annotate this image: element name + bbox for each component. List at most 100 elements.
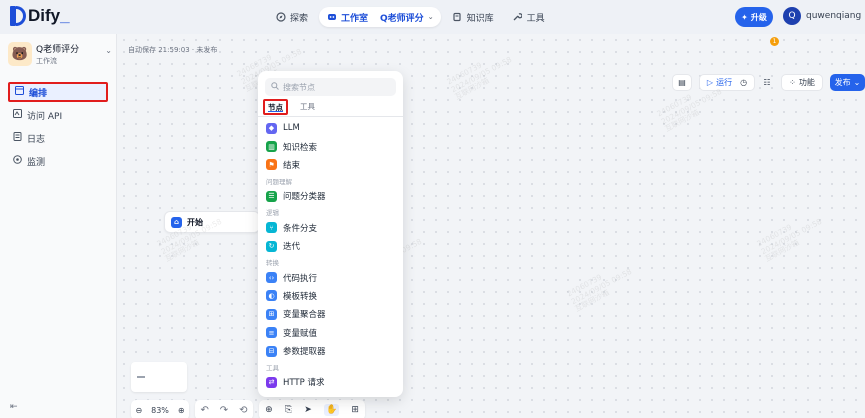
redo-icon[interactable]: ↷ xyxy=(220,405,228,416)
app-switcher[interactable]: 🐻 Q老师评分 工作流 ⌄ xyxy=(8,42,112,66)
checklist-button[interactable]: ▤ xyxy=(672,74,692,91)
start-node-label: 开始 xyxy=(187,217,203,227)
block-item-label: 变量赋值 xyxy=(283,328,318,339)
nav-knowledge-label: 知识库 xyxy=(466,13,494,24)
features-label: 功能 xyxy=(798,78,815,87)
block-item-variable-aggregator[interactable]: ⊞ 变量聚合器 xyxy=(266,305,396,323)
history-icon[interactable]: ⟲ xyxy=(239,405,247,416)
search-icon xyxy=(271,82,279,92)
search-field[interactable]: 搜索节点 xyxy=(265,78,396,96)
sidebar-item-monitor[interactable]: 监测 xyxy=(8,152,108,170)
block-item-iteration[interactable]: ↻ 迭代 xyxy=(266,237,396,255)
block-list: ◆ LLM ▥ 知识检索 ⚑ 结束 问题理解 ☰ 问题分类器 逻辑 ⑂ 条件分支… xyxy=(266,119,396,392)
undo-icon[interactable]: ↶ xyxy=(200,405,208,416)
block-item-label: 参数提取器 xyxy=(283,347,326,358)
block-item-label: 结束 xyxy=(283,160,301,171)
checklist-icon: ▤ xyxy=(678,78,686,87)
sidebar-item-label: 编排 xyxy=(29,88,48,99)
top-bar: Dify_ 探索 工作室 Q老师评分 ⌄ 知识库 工具 ✦ 升级 Q quwen… xyxy=(0,0,865,34)
nav-tools[interactable]: 工具 xyxy=(505,7,552,27)
chevron-down-icon: ⌄ xyxy=(105,46,112,55)
sidebar-item-label: 访问 API xyxy=(27,111,63,122)
block-item-if-else[interactable]: ⑂ 条件分支 xyxy=(266,219,396,237)
zoom-out-icon[interactable]: ⊖ xyxy=(135,406,142,415)
features-button[interactable]: ⁘ 功能 xyxy=(781,74,823,91)
upgrade-button[interactable]: ✦ 升级 xyxy=(735,7,773,27)
nav-knowledge[interactable]: 知识库 xyxy=(445,7,501,27)
nav-explore[interactable]: 探索 xyxy=(268,7,315,27)
block-item-knowledge-retrieval[interactable]: ▥ 知识检索 xyxy=(266,137,396,155)
history-controls: ↶ ↷ ⟲ xyxy=(195,400,253,418)
variable-aggregator-icon: ⊞ xyxy=(266,308,277,320)
block-item-http-request[interactable]: ⇄ HTTP 请求 xyxy=(266,373,396,391)
compass-icon xyxy=(275,12,286,23)
group-title: 问题理解 xyxy=(266,177,292,186)
hand-icon[interactable]: ✋ xyxy=(323,404,340,416)
http-icon: ⇄ xyxy=(266,376,277,388)
home-icon: ⌂ xyxy=(171,216,182,228)
publish-button[interactable]: 发布 ⌄ xyxy=(830,74,865,91)
pointer-icon[interactable]: ➤ xyxy=(304,405,312,415)
play-icon: ▷ xyxy=(706,78,714,87)
sparkle-icon: ✦ xyxy=(741,12,748,22)
list-check-icon: ☷ xyxy=(763,78,771,87)
wrench-icon xyxy=(512,12,523,23)
run-button[interactable]: ▷ 运行 ◷ xyxy=(699,74,755,91)
workflow-canvas[interactable]: 自动保存 21:59:03 · 未发布 ⌂ 开始 ⊖ 83% ⊕ ↶ ↷ ⟲ ⊕… xyxy=(118,34,865,418)
sidebar-item-api[interactable]: 访问 API xyxy=(8,106,108,124)
sidebar-item-label: 监测 xyxy=(27,157,46,168)
nav-studio-app-label[interactable]: Q老师评分 xyxy=(380,11,424,24)
layout-icon xyxy=(15,86,24,98)
add-note-icon[interactable]: ⎘ xyxy=(285,405,292,415)
nav-tools-label: 工具 xyxy=(526,13,545,24)
username: quwenqiang xyxy=(806,11,862,21)
block-item-label: 迭代 xyxy=(283,242,301,253)
block-item-question-classifier[interactable]: ☰ 问题分类器 xyxy=(266,187,396,205)
upgrade-label: 升级 xyxy=(750,12,767,22)
organize-icon[interactable]: ⊞ xyxy=(351,405,359,415)
block-item-llm[interactable]: ◆ LLM xyxy=(266,119,396,137)
block-item-label: 代码执行 xyxy=(283,273,318,284)
group-title: 工具 xyxy=(266,363,279,372)
sidebar-item-orchestrate[interactable]: 编排 xyxy=(8,82,108,102)
block-item-label: LLM xyxy=(283,123,300,134)
variable-assigner-icon: ≡ xyxy=(266,327,277,339)
app-avatar-icon: 🐻 xyxy=(8,42,32,66)
block-item-variable-assigner[interactable]: ≡ 变量赋值 xyxy=(266,324,396,342)
logo-text: Dify xyxy=(28,6,61,25)
nav-explore-label: 探索 xyxy=(290,13,309,24)
app-sidebar: 🐻 Q老师评分 工作流 ⌄ 编排 访问 API 日志 监测 ⇤ xyxy=(0,34,117,418)
block-item-end[interactable]: ⚑ 结束 xyxy=(266,156,396,174)
block-item-label: 条件分支 xyxy=(283,223,318,234)
autosave-status: 自动保存 21:59:03 · 未发布 xyxy=(128,46,218,54)
zoom-in-icon[interactable]: ⊕ xyxy=(178,406,185,415)
zoom-level[interactable]: 83% xyxy=(151,406,169,415)
search-placeholder: 搜索节点 xyxy=(283,82,315,92)
tab-tools[interactable]: 工具 xyxy=(298,99,317,115)
nav-studio[interactable]: 工作室 Q老师评分 ⌄ xyxy=(319,7,441,27)
collapse-sidebar-icon[interactable]: ⇤ xyxy=(10,402,18,412)
app-type: 工作流 xyxy=(36,57,57,65)
block-item-parameter-extractor[interactable]: ⊟ 参数提取器 xyxy=(266,342,396,360)
zoom-controls: ⊖ 83% ⊕ xyxy=(131,400,189,418)
tab-nodes[interactable]: 节点 xyxy=(263,99,288,115)
dify-logo[interactable]: Dify_ xyxy=(10,6,70,26)
code-icon: ‹› xyxy=(266,272,277,284)
account-menu[interactable]: Q quwenqiang xyxy=(783,7,861,25)
monitor-icon xyxy=(13,155,22,167)
sidebar-item-label: 日志 xyxy=(27,134,46,145)
sidebar-item-logs[interactable]: 日志 xyxy=(8,129,108,147)
checklist-warning-button[interactable]: ☷ xyxy=(759,74,775,91)
llm-icon: ◆ xyxy=(266,122,277,134)
api-icon xyxy=(13,109,22,121)
chevron-down-icon[interactable]: ⌄ xyxy=(428,13,434,21)
add-block-icon[interactable]: ⊕ xyxy=(265,405,273,415)
block-item-template-transform[interactable]: ◐ 模板转换 xyxy=(266,287,396,305)
block-item-code[interactable]: ‹› 代码执行 xyxy=(266,268,396,286)
minimap[interactable] xyxy=(131,362,187,392)
branch-icon: ⑂ xyxy=(266,222,277,234)
start-node[interactable]: ⌂ 开始 xyxy=(164,211,260,233)
history-clock-icon: ◷ xyxy=(740,78,748,87)
run-label: 运行 xyxy=(716,78,733,87)
canvas-tools: ⊕ ⎘ ➤ ✋ ⊞ xyxy=(259,400,365,418)
